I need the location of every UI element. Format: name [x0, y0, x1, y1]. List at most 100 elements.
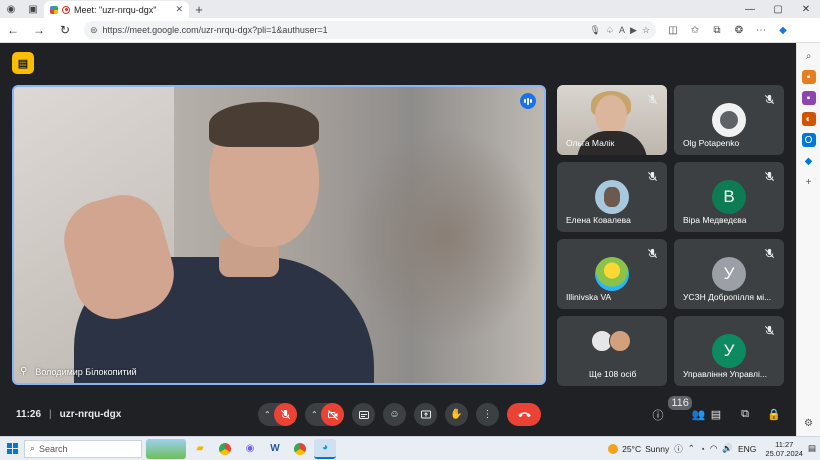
- host-controls-button[interactable]: 🔒: [764, 405, 784, 425]
- browser-tab-meet[interactable]: Meet: "uzr-nrqu-dgx" ✕: [44, 1, 189, 18]
- site-info-icon[interactable]: ⊜: [90, 25, 98, 36]
- participant-name: Illinivska VA: [566, 292, 612, 302]
- present-screen-button[interactable]: [414, 403, 437, 426]
- captions-button[interactable]: [352, 403, 375, 426]
- viber-icon[interactable]: ◉: [239, 439, 261, 459]
- notifications-icon[interactable]: ▤: [808, 443, 816, 454]
- language-indicator[interactable]: ENG: [738, 444, 756, 454]
- volume-icon[interactable]: 🔊: [722, 443, 733, 454]
- minimize-button[interactable]: —: [736, 4, 764, 15]
- back-button[interactable]: ←: [0, 23, 26, 37]
- participant-tile[interactable]: Illinivska VA: [557, 239, 667, 309]
- close-window-button[interactable]: ✕: [792, 4, 820, 15]
- lock-person-icon: 🔒: [767, 409, 781, 421]
- raise-hand-button[interactable]: ✋: [445, 403, 468, 426]
- meeting-time: 11:26: [16, 409, 42, 420]
- chat-button[interactable]: ▤: [706, 405, 726, 425]
- people-button[interactable]: 116 👥: [668, 395, 706, 425]
- wifi-icon[interactable]: ◠: [710, 443, 717, 454]
- participant-tile[interactable]: Ольга Малік: [557, 85, 667, 155]
- favorite-star-icon[interactable]: ☆: [642, 25, 650, 36]
- activities-icon: ⧉: [741, 408, 749, 420]
- sidebar-app-icon[interactable]: ◆: [802, 154, 816, 168]
- mic-muted-icon: [762, 246, 776, 260]
- search-placeholder: Search: [39, 443, 68, 454]
- video-options-chevron-icon[interactable]: ⌃: [311, 410, 321, 419]
- add-icon[interactable]: +: [802, 175, 816, 189]
- chrome-icon[interactable]: [214, 439, 236, 459]
- office-icon[interactable]: ◐: [801, 112, 816, 126]
- network-icon[interactable]: ◔: [700, 444, 705, 454]
- microphone-toggle-button[interactable]: [274, 403, 297, 426]
- main-controls: ⌃ ⌃ ☺ ✋ ⋮: [258, 403, 541, 426]
- tab-actions-icon[interactable]: ▣: [22, 0, 44, 18]
- weather-widget[interactable]: 25°C Sunny: [608, 443, 669, 454]
- reactions-button[interactable]: ☺: [383, 403, 406, 426]
- forward-button[interactable]: →: [26, 23, 52, 37]
- taskbar-search[interactable]: ⌕ Search: [24, 439, 142, 458]
- outlook-icon[interactable]: O: [801, 133, 816, 147]
- camera-toggle-button[interactable]: [321, 403, 344, 426]
- audio-options-chevron-icon[interactable]: ⌃: [264, 410, 274, 419]
- leave-call-button[interactable]: [507, 403, 541, 426]
- meeting-details-button[interactable]: ⓘ: [648, 405, 668, 425]
- file-explorer-icon[interactable]: ▰: [189, 439, 211, 459]
- app-available-icon[interactable]: ▶: [630, 25, 637, 36]
- mic-muted-icon: [645, 169, 659, 183]
- search-icon[interactable]: ⌕: [802, 49, 816, 63]
- favorites-icon[interactable]: ✩: [684, 25, 706, 36]
- collections-icon[interactable]: ⧉: [706, 25, 728, 36]
- pin-icon[interactable]: ⚲: [20, 366, 27, 377]
- more-options-button[interactable]: ⋮: [476, 403, 499, 426]
- profile-icon[interactable]: ◉: [0, 0, 22, 18]
- maximize-button[interactable]: ▢: [764, 4, 792, 15]
- window-controls: — ▢ ✕: [736, 4, 820, 15]
- address-bar[interactable]: ⊜ https://meet.google.com/uzr-nrqu-dgx?p…: [84, 21, 656, 39]
- reload-button[interactable]: ↻: [52, 23, 78, 37]
- activities-button[interactable]: ⧉: [735, 405, 755, 425]
- settings-icon[interactable]: ⚙: [802, 416, 816, 430]
- microphone-icon[interactable]: 🎙: [589, 25, 600, 36]
- meet-area: ▤ ⚲ Володимир Білокопитий Ольга Малік Ol…: [0, 43, 796, 436]
- edge-sidebar: ⌕ ▪ ▪ ◐ O ◆ + ⚙: [796, 43, 820, 436]
- participant-tile[interactable]: У УСЗН Добропілля мі...: [674, 239, 784, 309]
- start-button[interactable]: [0, 437, 24, 460]
- word-icon[interactable]: W: [264, 439, 286, 459]
- clock-time: 11:27: [775, 439, 794, 449]
- tools-icon[interactable]: ▪: [801, 91, 816, 105]
- extension-icon[interactable]: ❂: [728, 25, 750, 36]
- edge-icon[interactable]: ◕: [314, 438, 336, 459]
- widget-landscape-icon[interactable]: [146, 438, 186, 459]
- close-tab-icon[interactable]: ✕: [175, 4, 183, 15]
- split-screen-icon[interactable]: ◫: [662, 25, 684, 36]
- participant-tile[interactable]: У Управління Управлі...: [674, 316, 784, 386]
- participant-tile[interactable]: Olg Potapenko: [674, 85, 784, 155]
- audio-control-group: ⌃: [258, 403, 297, 426]
- new-tab-button[interactable]: +: [189, 2, 209, 17]
- meeting-host-badge-icon[interactable]: ▤: [12, 52, 34, 74]
- clock-date: 25.07.2024: [765, 448, 803, 458]
- chrome-alt-icon[interactable]: [289, 439, 311, 459]
- help-icon[interactable]: ⓘ: [674, 443, 683, 455]
- read-aloud-icon[interactable]: A: [619, 25, 625, 35]
- shopping-icon[interactable]: ▪: [801, 70, 816, 84]
- main-speaker-label: ⚲ Володимир Білокопитий: [20, 366, 137, 377]
- chat-icon: ▤: [710, 409, 722, 421]
- main-speaker-tile[interactable]: ⚲ Володимир Білокопитий: [12, 85, 546, 385]
- browser-toolbar: ← → ↻ ⊜ https://meet.google.com/uzr-nrqu…: [0, 18, 820, 43]
- copilot-icon[interactable]: ◆: [772, 25, 794, 36]
- more-participants-tile[interactable]: Ще 108 осіб: [557, 316, 667, 386]
- speaker-hair: [209, 102, 319, 147]
- participant-tile[interactable]: В Віра Медведєва: [674, 162, 784, 232]
- more-options-icon[interactable]: ⋯: [750, 25, 772, 36]
- speaking-indicator-icon: [520, 93, 536, 109]
- clock[interactable]: 11:27 25.07.2024: [765, 440, 803, 458]
- windows-taskbar: ⌕ Search ▰ ◉ W ◕ 25°C Sunny ⓘ ⌃ ◔ ◠ 🔊 EN…: [0, 436, 820, 460]
- notification-icon[interactable]: ♤: [606, 25, 614, 36]
- hidden-icons-chevron-icon[interactable]: ⌃: [688, 443, 695, 454]
- participant-tile[interactable]: Елена Ковалева: [557, 162, 667, 232]
- hand-icon: ✋: [450, 409, 463, 420]
- participant-avatar: [712, 103, 746, 137]
- participant-avatar: [609, 330, 631, 352]
- meeting-info: 11:26 | uzr-nrqu-dgx: [16, 409, 121, 420]
